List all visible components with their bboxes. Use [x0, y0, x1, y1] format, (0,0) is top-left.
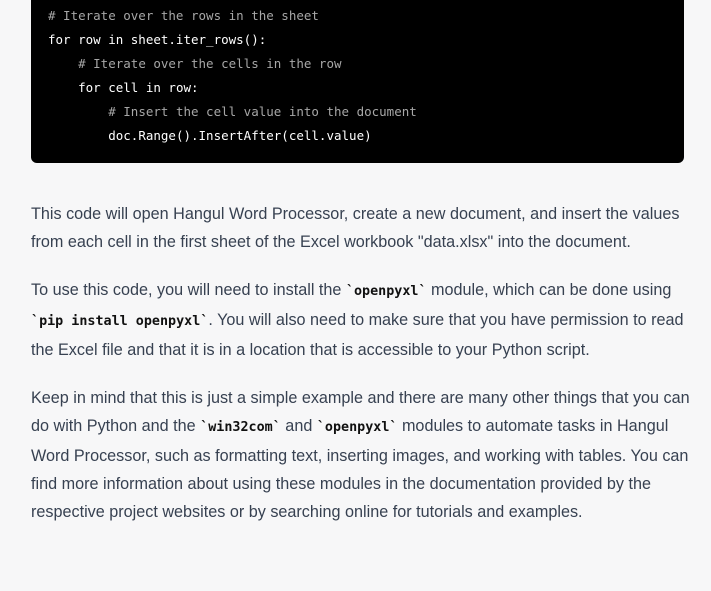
code-text: for cell in row:	[78, 80, 199, 95]
inline-code: openpyxl	[346, 284, 427, 299]
answer-paragraph: To use this code, you will need to insta…	[31, 276, 691, 364]
code-text: # Iterate over the cells in the row	[78, 56, 342, 71]
code-line: for cell in row:	[48, 76, 684, 100]
code-line: doc.Range().InsertAfter(cell.value)	[48, 124, 684, 148]
paragraph-text: module, which can be done using	[426, 281, 672, 299]
inline-code: openpyxl	[317, 420, 398, 435]
code-line: for row in sheet.iter_rows():	[48, 28, 684, 52]
assistant-message: # Iterate over the rows in the sheet for …	[0, 0, 711, 591]
inline-code: win32com	[200, 420, 281, 435]
code-text: for row in sheet.iter_rows():	[48, 32, 267, 47]
inline-code: pip install openpyxl	[31, 314, 208, 329]
answer-text: This code will open Hangul Word Processo…	[31, 200, 691, 546]
answer-paragraph: Keep in mind that this is just a simple …	[31, 384, 691, 526]
code-comment-line: # Insert the cell value into the documen…	[48, 100, 684, 124]
code-text: # Insert the cell value into the documen…	[108, 104, 417, 119]
paragraph-text: and	[280, 417, 317, 435]
code-block: # Iterate over the rows in the sheet for …	[31, 0, 684, 163]
code-text: doc.Range().InsertAfter(cell.value)	[108, 128, 372, 143]
code-text: # Iterate over the rows in the sheet	[48, 8, 319, 23]
paragraph-text: To use this code, you will need to insta…	[31, 281, 346, 299]
code-comment-line: # Iterate over the cells in the row	[48, 52, 684, 76]
answer-paragraph: This code will open Hangul Word Processo…	[31, 200, 691, 256]
code-lines: # Iterate over the rows in the sheet for …	[48, 4, 684, 148]
paragraph-text: This code will open Hangul Word Processo…	[31, 205, 680, 251]
code-comment-line: # Iterate over the rows in the sheet	[48, 4, 684, 28]
